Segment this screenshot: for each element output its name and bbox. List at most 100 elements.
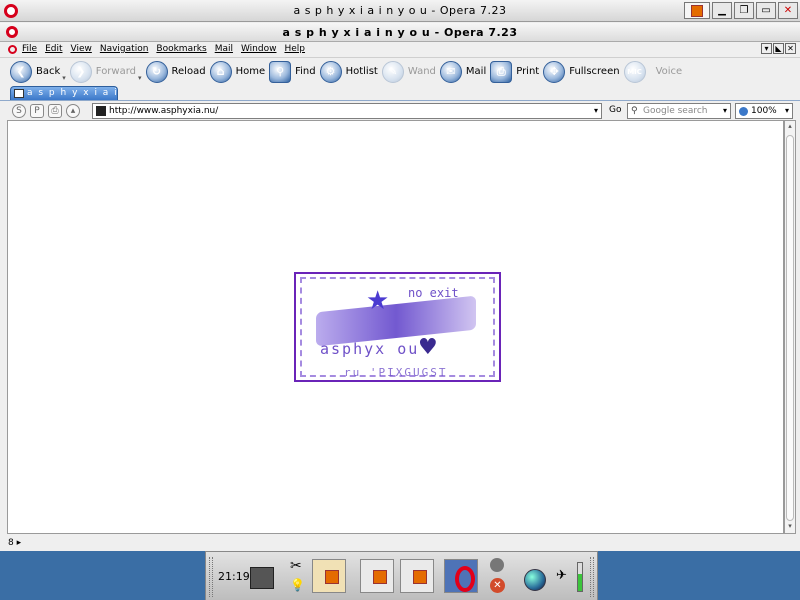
reload-icon: ↻ bbox=[145, 60, 168, 83]
scrollbar-thumb[interactable] bbox=[786, 135, 794, 521]
fullscreen-button[interactable]: ✥ Fullscreen bbox=[543, 60, 620, 84]
reload-label: Reload bbox=[171, 66, 206, 77]
mdi-controls: ▾ ◣ ✕ bbox=[761, 43, 796, 54]
address-dropdown-icon[interactable]: ▾ bbox=[594, 106, 598, 115]
mdi-dropdown-button[interactable]: ▾ bbox=[761, 43, 772, 54]
forward-button[interactable]: ❯ Forward ▾ bbox=[69, 60, 142, 84]
print-label: Print bbox=[516, 66, 540, 77]
star-icon: ★ bbox=[366, 286, 390, 316]
print-button[interactable]: ⎙ Print bbox=[490, 60, 539, 84]
maximize-button[interactable]: ❐ bbox=[734, 2, 754, 19]
parking-icon[interactable]: P bbox=[30, 103, 44, 118]
opera-task-button[interactable] bbox=[444, 559, 478, 593]
status-progress-icon[interactable]: 8 ▸ bbox=[8, 538, 21, 548]
back-history-caret[interactable]: ▾ bbox=[62, 74, 66, 82]
tab-asphyxiainyou[interactable]: a s p h y x i a i n y o u bbox=[10, 86, 118, 100]
desktop-panel: 21:19 ✂ 💡 ✕ ✈ bbox=[205, 551, 598, 600]
desktop-1-button[interactable] bbox=[312, 559, 346, 593]
search-engine-dropdown-icon[interactable]: ▾ bbox=[723, 106, 727, 115]
search-field[interactable]: ⚲ Google search ▾ bbox=[627, 103, 731, 119]
zoom-dropdown-icon[interactable]: ▾ bbox=[785, 106, 789, 115]
zoom-value: 100% bbox=[751, 106, 777, 116]
home-label: Home bbox=[235, 66, 266, 77]
menu-window[interactable]: Window bbox=[241, 44, 277, 54]
network-icon[interactable]: ✈ bbox=[556, 568, 572, 584]
mail-button[interactable]: ✉ Mail bbox=[439, 60, 487, 84]
tray-icon[interactable] bbox=[684, 2, 710, 19]
back-label: Back bbox=[36, 66, 61, 77]
menu-mail[interactable]: Mail bbox=[215, 44, 233, 54]
lightbulb-icon[interactable]: 💡 bbox=[290, 578, 305, 594]
print-small-icon[interactable]: ⎙ bbox=[48, 103, 62, 118]
zoom-selector[interactable]: 100% ▾ bbox=[735, 103, 793, 119]
forward-arrow-icon: ❯ bbox=[69, 60, 92, 83]
menu-navigation[interactable]: Navigation bbox=[100, 44, 149, 54]
address-field[interactable]: http://www.asphyxia.nu/ ▾ bbox=[92, 103, 602, 119]
panel-left-handle[interactable] bbox=[209, 557, 213, 597]
window-controls: ▁ ❐ ▭ ✕ bbox=[684, 2, 798, 19]
mdi-restore-button[interactable]: ◣ bbox=[773, 43, 784, 54]
menu-view[interactable]: View bbox=[71, 44, 92, 54]
magnifier-icon: ⚲ bbox=[269, 60, 292, 83]
forward-label: Forward bbox=[95, 66, 137, 77]
wand-label: Wand bbox=[407, 66, 436, 77]
menu-bookmarks[interactable]: Bookmarks bbox=[156, 44, 206, 54]
fullscreen-label: Fullscreen bbox=[569, 66, 620, 77]
address-text: http://www.asphyxia.nu/ bbox=[109, 106, 219, 116]
stamp-text-bottom: ru 'PIXGUGST bbox=[344, 366, 448, 379]
scroll-down-icon[interactable]: ▾ bbox=[785, 522, 795, 532]
security-icon[interactable]: S bbox=[12, 103, 26, 118]
vertical-scrollbar[interactable]: ▴ ▾ bbox=[784, 120, 796, 534]
minimize-button[interactable]: ▁ bbox=[712, 2, 732, 19]
page-viewport[interactable]: ★ no exit asphyx ou ♥ ru 'PIXGUGST bbox=[7, 120, 784, 534]
search-icon: ⚲ bbox=[631, 106, 638, 116]
hotlist-label: Hotlist bbox=[345, 66, 378, 77]
monitor-icon[interactable] bbox=[250, 567, 274, 589]
home-button[interactable]: ⌂ Home bbox=[209, 60, 266, 84]
wand-icon: ✎ bbox=[381, 60, 404, 83]
stamp-text-top: no exit bbox=[408, 286, 459, 300]
navigation-icon[interactable]: ▴ bbox=[66, 103, 80, 118]
fullscreen-icon: ✥ bbox=[543, 60, 566, 83]
panel-right-handle[interactable] bbox=[590, 557, 594, 597]
window-title: a s p h y x i a i n y o u - Opera 7.23 bbox=[293, 4, 507, 17]
menu-edit[interactable]: Edit bbox=[45, 44, 62, 54]
window-titlebar[interactable]: a s p h y x i a i n y o u - Opera 7.23 ▁… bbox=[0, 0, 800, 22]
tab-label: a s p h y x i a i n y o u bbox=[27, 88, 118, 98]
forward-history-caret[interactable]: ▾ bbox=[138, 74, 142, 82]
menu-file[interactable]: File bbox=[22, 44, 37, 54]
desktop-2-button[interactable] bbox=[360, 559, 394, 593]
home-icon: ⌂ bbox=[209, 60, 232, 83]
gear-icon: ⚙ bbox=[319, 60, 342, 83]
close-button[interactable]: ✕ bbox=[778, 2, 798, 19]
reload-button[interactable]: ↻ Reload bbox=[145, 60, 206, 84]
lock-icon[interactable] bbox=[490, 558, 504, 572]
tab-strip: a s p h y x i a i n y o u bbox=[0, 85, 800, 100]
go-button[interactable]: Go bbox=[609, 105, 621, 115]
main-toolbar: ❮ Back ▾ ❯ Forward ▾ ↻ Reload ⌂ Home ⚲ F… bbox=[0, 57, 800, 85]
voice-button[interactable]: MIC Voice bbox=[623, 60, 682, 84]
wand-button[interactable]: ✎ Wand bbox=[381, 60, 436, 84]
restore-button[interactable]: ▭ bbox=[756, 2, 776, 19]
status-bar: 8 ▸ bbox=[0, 534, 800, 551]
asphyxia-stamp-image[interactable]: ★ no exit asphyx ou ♥ ru 'PIXGUGST bbox=[294, 272, 501, 382]
desktop-3-button[interactable] bbox=[400, 559, 434, 593]
back-button[interactable]: ❮ Back ▾ bbox=[10, 60, 66, 84]
find-label: Find bbox=[295, 66, 316, 77]
page-favicon-icon bbox=[14, 89, 24, 98]
back-arrow-icon: ❮ bbox=[10, 60, 32, 83]
menu-help[interactable]: Help bbox=[284, 44, 305, 54]
globe-icon[interactable] bbox=[524, 569, 546, 591]
logout-icon[interactable]: ✕ bbox=[490, 578, 505, 593]
mail-label: Mail bbox=[465, 66, 487, 77]
mail-icon: ✉ bbox=[439, 60, 462, 83]
mic-icon: MIC bbox=[623, 60, 646, 83]
scroll-up-icon[interactable]: ▴ bbox=[785, 122, 795, 132]
mdi-close-button[interactable]: ✕ bbox=[785, 43, 796, 54]
tools-icon[interactable]: ✂ bbox=[290, 558, 306, 574]
panel-clock[interactable]: 21:19 bbox=[218, 570, 250, 583]
opera-menu-icon[interactable] bbox=[8, 44, 17, 54]
hotlist-button[interactable]: ⚙ Hotlist bbox=[319, 60, 378, 84]
opera-logo-icon[interactable] bbox=[4, 4, 18, 18]
find-button[interactable]: ⚲ Find bbox=[269, 60, 316, 84]
